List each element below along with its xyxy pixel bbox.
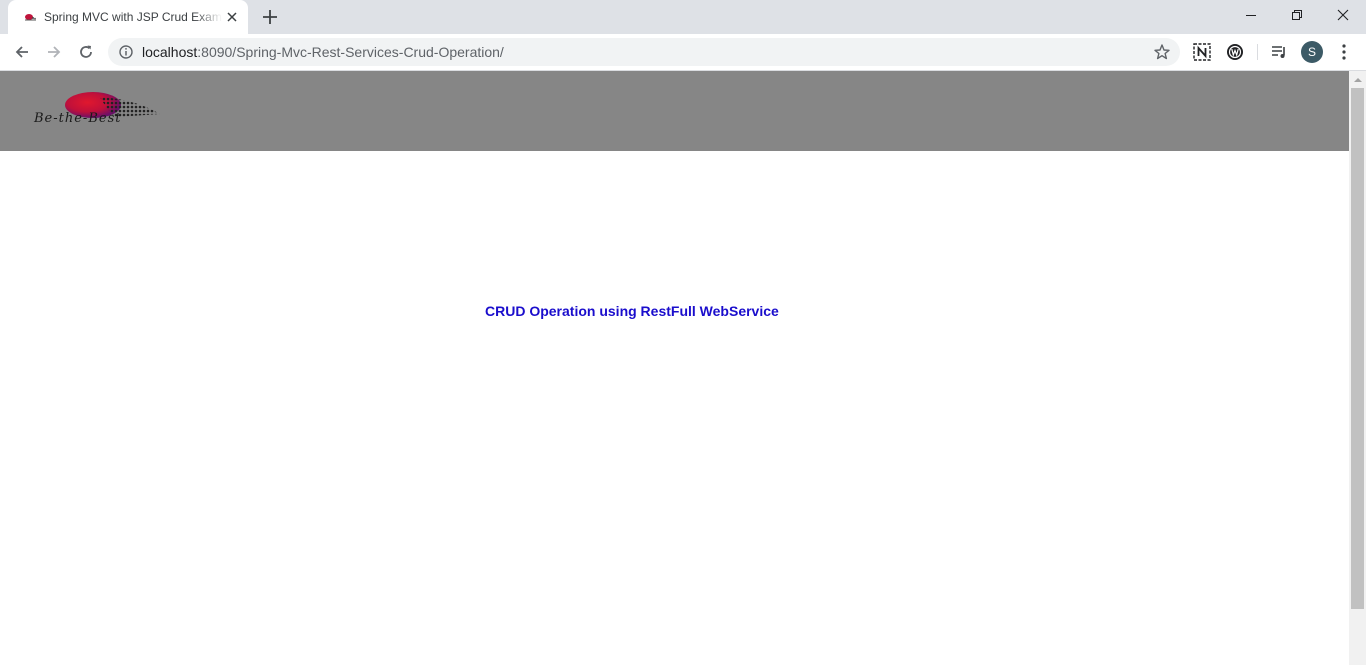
scroll-up-arrow-icon[interactable] [1349,71,1366,88]
window-close-icon[interactable] [1320,0,1366,30]
url-text[interactable]: localhost:8090/Spring-Mvc-Rest-Services-… [142,44,504,60]
tab-title: Spring MVC with JSP Crud Example [44,10,222,24]
restore-icon[interactable] [1274,0,1320,30]
url-host: localhost [142,44,198,60]
media-queue-icon[interactable] [1268,41,1290,63]
url-path: :8090/Spring-Mvc-Rest-Services-Crud-Oper… [197,44,504,60]
tab-strip: Spring MVC with JSP Crud Example [0,0,1366,34]
reload-icon[interactable] [73,39,99,65]
vertical-scrollbar[interactable] [1349,71,1366,665]
browser-tab[interactable]: Spring MVC with JSP Crud Example [8,0,248,34]
page-viewport: Be-the-Best CRUD Operation using RestFul… [0,71,1349,665]
address-bar[interactable]: localhost:8090/Spring-Mvc-Rest-Services-… [108,38,1180,66]
browser-toolbar: localhost:8090/Spring-Mvc-Rest-Services-… [0,34,1366,70]
toolbar-divider [1257,44,1258,60]
w-extension-icon[interactable] [1224,41,1246,63]
page-heading: CRUD Operation using RestFull WebService [485,303,779,319]
kebab-menu-icon[interactable] [1334,41,1354,63]
close-icon[interactable] [224,9,240,25]
info-icon[interactable] [118,44,134,60]
profile-avatar[interactable]: S [1301,41,1323,63]
minimize-icon[interactable] [1228,0,1274,30]
site-header: Be-the-Best [0,71,1349,151]
back-arrow-icon[interactable] [9,39,35,65]
site-logo[interactable]: Be-the-Best [30,89,195,131]
forward-arrow-icon[interactable] [41,39,67,65]
favicon-icon [22,9,38,25]
scrollbar-thumb[interactable] [1351,88,1364,609]
plus-icon[interactable] [258,6,282,28]
logo-text: Be-the-Best [34,111,122,126]
n-extension-icon[interactable] [1191,41,1213,63]
star-icon[interactable] [1153,43,1171,61]
